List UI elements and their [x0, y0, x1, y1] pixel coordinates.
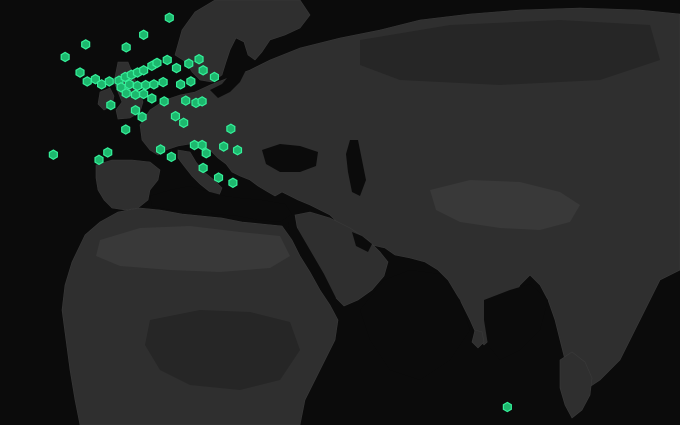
map-canvas[interactable] [0, 0, 680, 425]
location-marker[interactable] [219, 141, 229, 152]
location-marker[interactable] [103, 147, 113, 158]
location-marker[interactable] [209, 71, 220, 83]
location-marker[interactable] [149, 79, 159, 90]
location-marker[interactable] [171, 62, 182, 74]
location-marker[interactable] [130, 104, 141, 116]
location-marker[interactable] [186, 76, 196, 87]
location-marker[interactable] [184, 58, 194, 69]
location-marker[interactable] [106, 99, 116, 111]
location-marker[interactable] [82, 76, 92, 87]
location-marker[interactable] [164, 12, 174, 24]
location-marker[interactable] [232, 144, 243, 156]
location-marker[interactable] [141, 79, 151, 91]
location-marker[interactable] [147, 93, 157, 104]
location-marker[interactable] [166, 151, 176, 163]
location-marker[interactable] [81, 39, 91, 50]
location-marker[interactable] [197, 139, 207, 151]
location-marker[interactable] [189, 139, 200, 151]
location-marker[interactable] [94, 154, 104, 166]
location-marker[interactable] [104, 76, 114, 87]
location-marker[interactable] [130, 89, 141, 101]
location-marker[interactable] [170, 110, 181, 122]
location-marker[interactable] [175, 79, 186, 90]
location-marker[interactable] [228, 177, 238, 189]
location-marker[interactable] [198, 162, 208, 174]
location-marker[interactable] [96, 79, 107, 90]
location-marker[interactable] [152, 57, 162, 69]
location-marker[interactable] [198, 65, 208, 76]
location-marker[interactable] [139, 29, 149, 41]
location-marker[interactable] [213, 172, 224, 183]
location-marker[interactable] [194, 53, 204, 65]
location-marker[interactable] [201, 147, 211, 159]
location-marker[interactable] [137, 111, 147, 123]
location-marker[interactable] [121, 42, 131, 53]
location-marker[interactable] [121, 87, 131, 99]
location-marker[interactable] [158, 76, 168, 88]
location-marker[interactable] [75, 67, 85, 78]
location-marker[interactable] [179, 117, 189, 129]
location-marker[interactable] [502, 401, 512, 413]
location-marker[interactable] [155, 144, 166, 155]
location-marker[interactable] [197, 96, 207, 107]
location-marker[interactable] [124, 79, 134, 90]
location-marker[interactable] [60, 51, 70, 63]
location-marker[interactable] [121, 124, 131, 135]
location-marker[interactable] [162, 54, 172, 66]
location-marker[interactable] [159, 96, 169, 107]
location-marker[interactable] [139, 88, 149, 100]
world-map-view[interactable] [0, 0, 680, 425]
location-marker[interactable] [132, 80, 143, 92]
location-marker[interactable] [181, 95, 191, 106]
location-marker[interactable] [226, 123, 236, 135]
location-marker[interactable] [48, 149, 58, 160]
location-marker[interactable] [139, 65, 149, 76]
